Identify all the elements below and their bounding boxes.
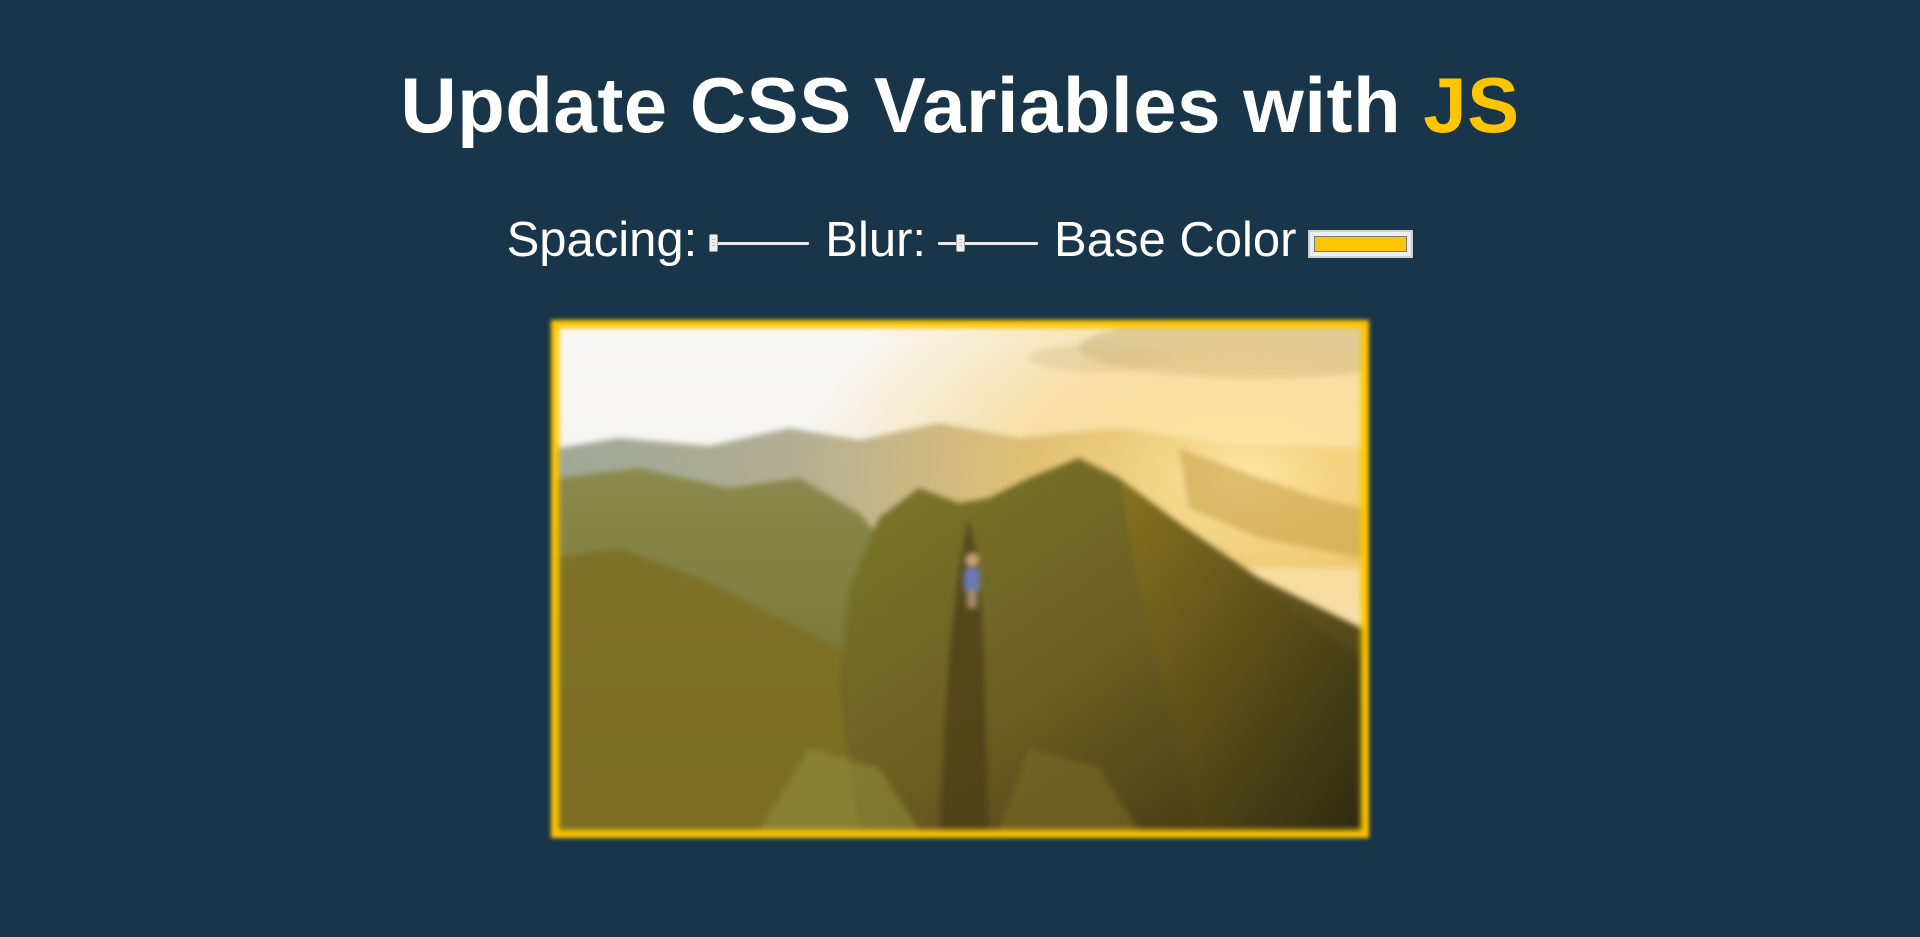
spacing-slider-track [709,242,810,245]
blur-slider-track [938,242,1039,245]
spacing-slider[interactable] [709,231,810,255]
mountain-photo [559,328,1361,830]
base-color-swatch [1314,236,1408,252]
blur-slider[interactable] [938,231,1039,255]
page: Update CSS Variables with JS Spacing: Bl… [0,0,1920,937]
page-title: Update CSS Variables with JS [0,60,1920,150]
mountain-image [559,328,1361,830]
title-highlight-text: JS [1423,61,1520,149]
spacing-label: Spacing: [506,213,698,267]
spacing-slider-thumb[interactable] [709,234,719,252]
blur-label: Blur: [825,213,927,267]
title-main-text: Update CSS Variables with [400,61,1424,149]
controls-bar: Spacing: Blur: Base Color [0,210,1920,270]
base-color-label: Base Color [1054,213,1297,267]
base-color-picker[interactable] [1308,230,1414,258]
blur-slider-thumb[interactable] [956,234,966,252]
